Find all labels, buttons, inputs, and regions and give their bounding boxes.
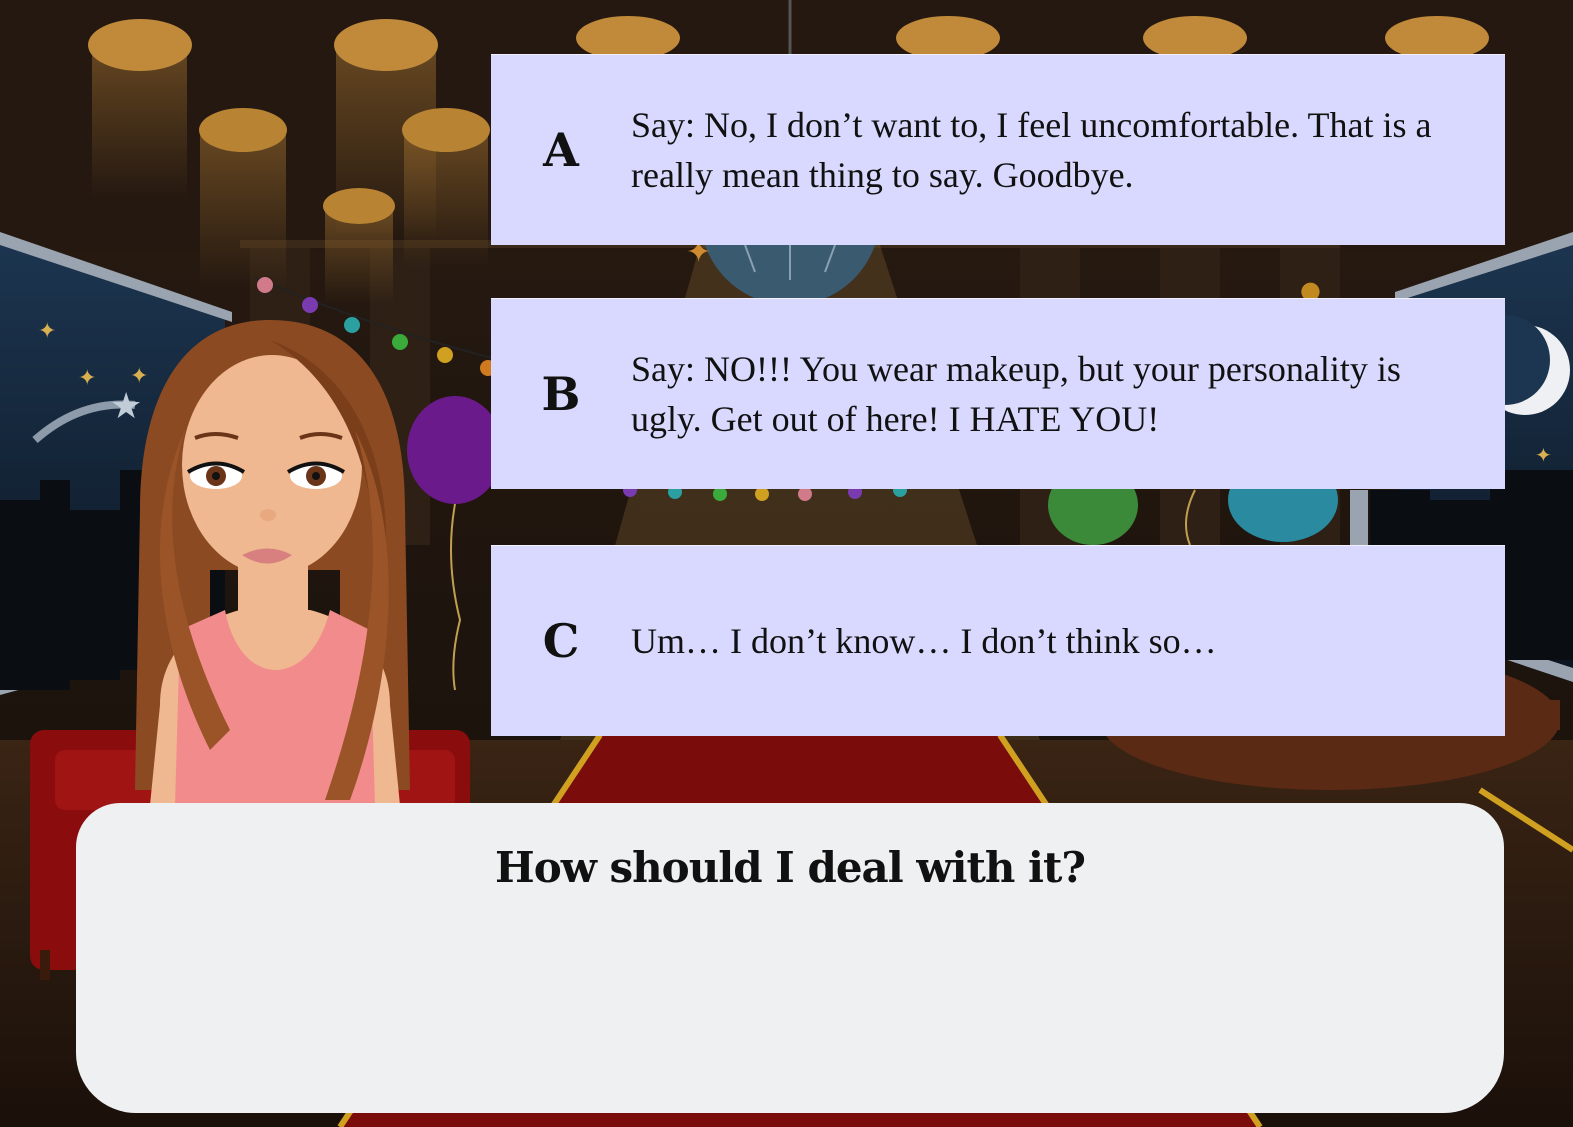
choice-text: Um… I don’t know… I don’t think so…	[631, 621, 1217, 661]
girl-character-portrait	[135, 320, 410, 805]
choice-c-button[interactable]: C Um… I don’t know… I don’t think so…	[491, 545, 1505, 736]
svg-text:✦: ✦	[38, 319, 56, 344]
choice-a-button[interactable]: A Say: No, I don’t want to, I feel uncom…	[491, 54, 1505, 245]
game-scene: ✦ ✦ ✦ ✦ ★ ✦ ● A Say: No, I don’t want to…	[0, 0, 1573, 1127]
svg-text:✦: ✦	[78, 366, 96, 391]
choice-text: Say: NO!!! You wear makeup, but your per…	[631, 349, 1401, 439]
choice-text: Say: No, I don’t want to, I feel uncomfo…	[631, 105, 1432, 195]
choice-letter: C	[542, 614, 580, 668]
choice-letter: A	[543, 123, 579, 177]
choice-letter: B	[541, 367, 581, 421]
svg-text:✦: ✦	[1535, 443, 1552, 467]
choice-b-button[interactable]: B Say: NO!!! You wear makeup, but your p…	[491, 298, 1505, 489]
dialogue-question: How should I deal with it?	[495, 843, 1086, 892]
dialogue-box: How should I deal with it?	[76, 803, 1504, 1113]
